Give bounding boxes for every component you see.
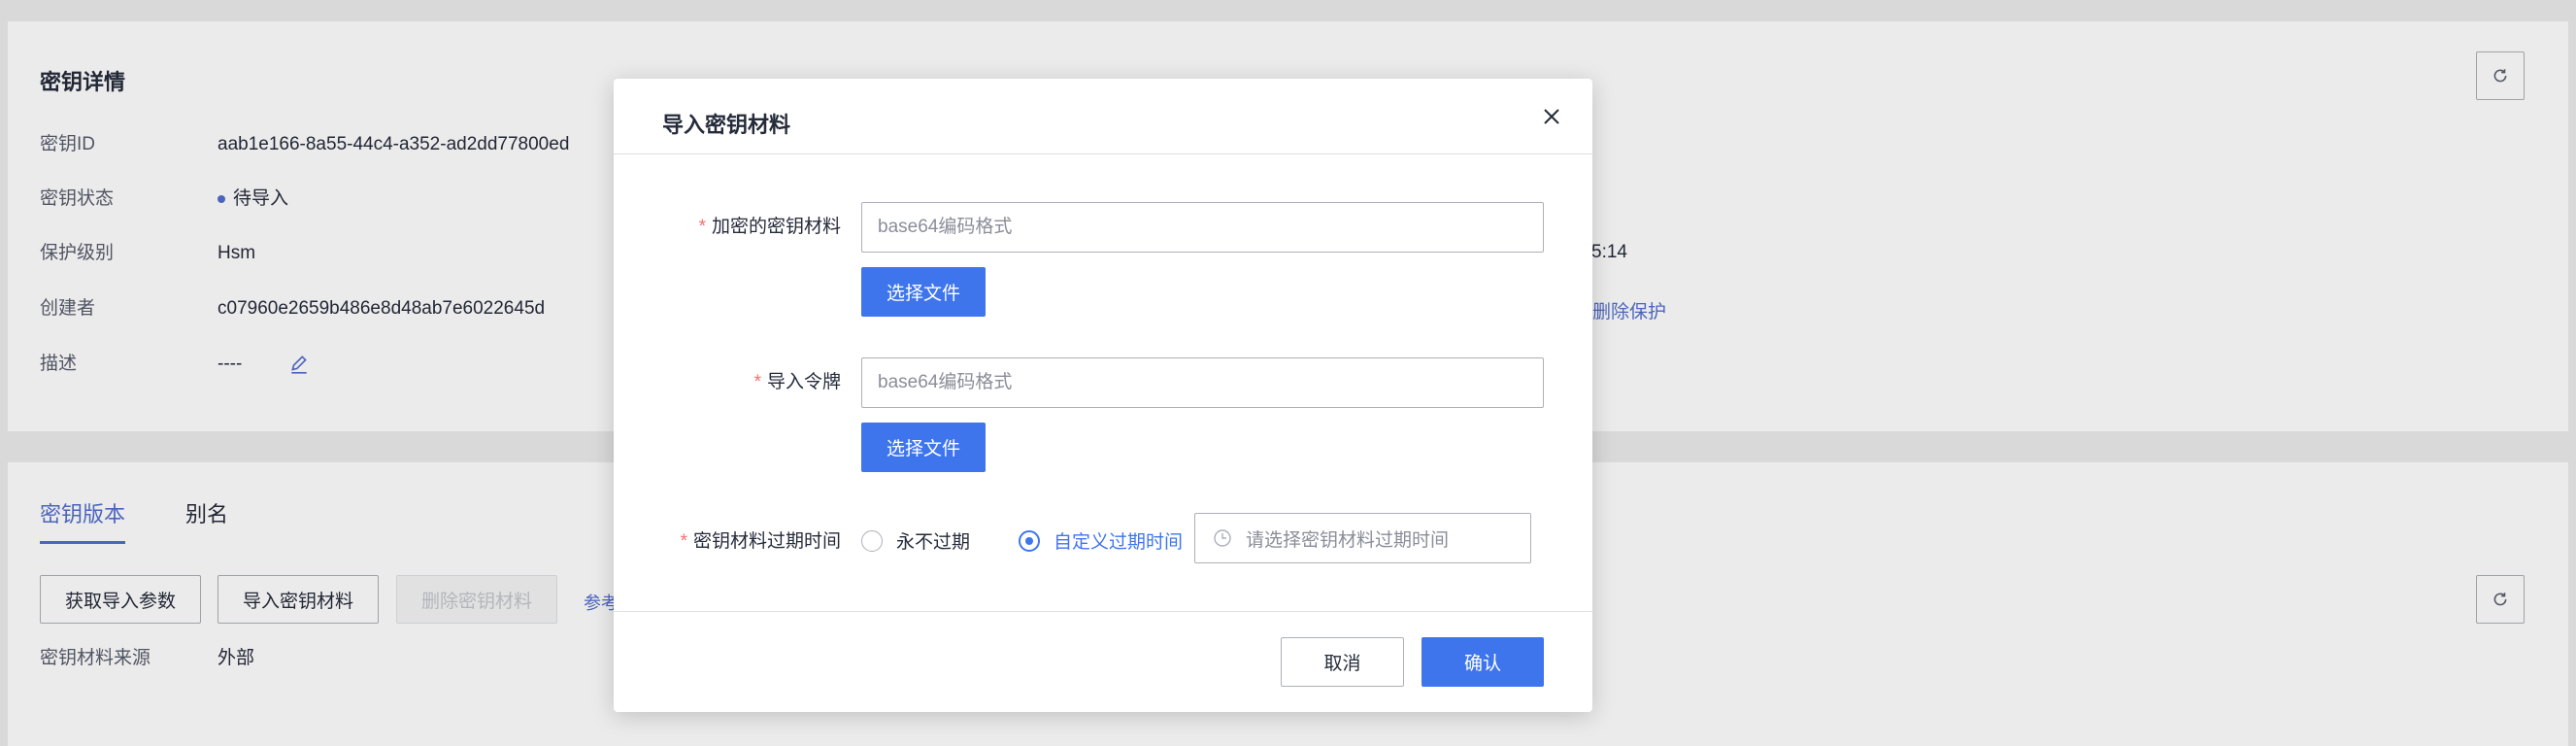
expiry-date-picker[interactable]: 请选择密钥材料过期时间 (1194, 513, 1531, 563)
radio-label: 永不过期 (896, 532, 971, 553)
cancel-button[interactable]: 取消 (1281, 637, 1404, 687)
required-mark: * (753, 372, 761, 392)
required-mark: * (698, 217, 706, 237)
token-label-text: 导入令牌 (766, 372, 841, 392)
date-placeholder: 请选择密钥材料过期时间 (1246, 529, 1450, 551)
radio-custom-expiry[interactable]: 自定义过期时间 (1019, 527, 1183, 554)
header-divider (614, 153, 1592, 154)
dialog-title: 导入密钥材料 (662, 113, 791, 137)
material-input[interactable] (861, 202, 1544, 253)
expiry-label: * 密钥材料过期时间 (681, 526, 841, 553)
material-label: * 加密的密钥材料 (699, 212, 841, 238)
expiry-label-text: 密钥材料过期时间 (692, 531, 841, 552)
radio-never-expire[interactable]: 永不过期 (861, 527, 970, 554)
material-select-file-button[interactable]: 选择文件 (861, 267, 986, 317)
token-select-file-button[interactable]: 选择文件 (861, 423, 986, 472)
close-icon[interactable] (1540, 105, 1563, 128)
import-material-dialog: 导入密钥材料 *加密的密钥材料 选择文件 *导入令牌 选择文件 *密钥材料过期时… (614, 79, 1592, 712)
token-input[interactable] (861, 357, 1544, 408)
radio-circle (1019, 529, 1040, 552)
radio-circle (861, 529, 883, 552)
material-label-text: 加密的密钥材料 (711, 217, 841, 237)
required-mark: * (680, 531, 687, 552)
confirm-button[interactable]: 确认 (1422, 637, 1544, 687)
footer-divider (614, 611, 1592, 612)
token-label: * 导入令牌 (754, 367, 841, 393)
radio-label: 自定义过期时间 (1054, 532, 1184, 553)
clock-icon (1214, 529, 1231, 547)
